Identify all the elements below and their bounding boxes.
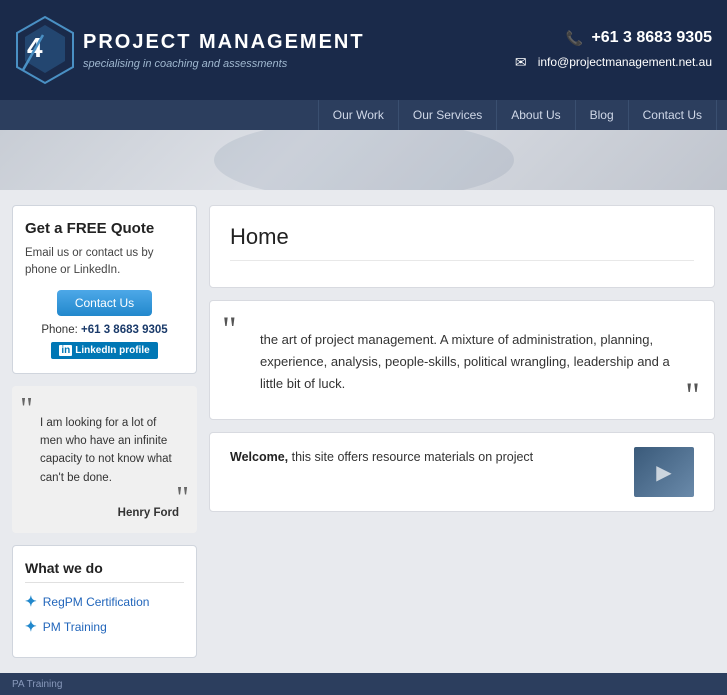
- logo-text: Project Management specialising in coach…: [83, 31, 365, 70]
- quote-box-description: Email us or contact us by phone or Linke…: [25, 245, 184, 280]
- header-email: ✉ info@projectmanagement.net.au: [512, 53, 712, 71]
- image-placeholder-icon: ▶: [656, 460, 671, 485]
- nav-our-services[interactable]: Our Services: [399, 100, 497, 130]
- contact-us-button[interactable]: Contact Us: [57, 290, 152, 316]
- nav-our-work[interactable]: Our Work: [318, 100, 399, 130]
- logo-icon: 4: [15, 15, 75, 85]
- testimonial-box: " I am looking for a lot of men who have…: [12, 386, 197, 534]
- main-content: Get a FREE Quote Email us or contact us …: [0, 190, 727, 673]
- linkedin-in-icon: in: [59, 345, 72, 356]
- quote-open-icon: ": [20, 392, 33, 424]
- main-quote-block: " the art of project management. A mixtu…: [209, 300, 715, 420]
- page-content: Home " the art of project management. A …: [209, 205, 715, 658]
- free-quote-box: Get a FREE Quote Email us or contact us …: [12, 205, 197, 374]
- list-item: ✦ PM Training: [25, 618, 184, 635]
- what-we-do-title: What we do: [25, 560, 184, 583]
- contact-info: 📞 +61 3 8683 9305 ✉ info@projectmanageme…: [380, 0, 727, 100]
- nav-contact-us[interactable]: Contact Us: [629, 100, 717, 130]
- sidebar: Get a FREE Quote Email us or contact us …: [12, 205, 197, 658]
- arrow-icon: ✦: [25, 618, 37, 635]
- linkedin-badge[interactable]: in LinkedIn profile: [25, 342, 184, 359]
- nav-about-us[interactable]: About Us: [497, 100, 575, 130]
- arrow-icon: ✦: [25, 593, 37, 610]
- list-item: ✦ RegPM Certification: [25, 593, 184, 610]
- big-quote-open-icon: ": [222, 311, 237, 347]
- welcome-block: Welcome, this site offers resource mater…: [209, 432, 715, 512]
- footer-bar: PA Training: [0, 673, 727, 695]
- logo-area: 4 Project Management specialising in coa…: [0, 0, 380, 100]
- main-quote-text: the art of project management. A mixture…: [230, 317, 694, 403]
- welcome-body: this site offers resource materials on p…: [292, 450, 534, 464]
- welcome-text: Welcome, this site offers resource mater…: [230, 447, 622, 467]
- banner: [0, 130, 727, 190]
- linkedin-button[interactable]: in LinkedIn profile: [51, 342, 157, 359]
- welcome-label: Welcome,: [230, 450, 288, 464]
- page-title: Home: [230, 224, 694, 261]
- banner-shape: [214, 130, 514, 190]
- phone-icon: 📞: [565, 29, 583, 47]
- regpm-link[interactable]: RegPM Certification: [43, 595, 150, 609]
- big-quote-close-icon: ": [685, 377, 700, 413]
- pm-training-link[interactable]: PM Training: [43, 620, 107, 634]
- header-phone: 📞 +61 3 8683 9305: [565, 29, 712, 47]
- quote-box-title: Get a FREE Quote: [25, 220, 184, 237]
- home-title-card: Home: [209, 205, 715, 288]
- email-icon: ✉: [512, 53, 530, 71]
- sidebar-phone-label: Phone: +61 3 8683 9305: [25, 324, 184, 336]
- quote-close-icon: ": [176, 481, 189, 513]
- testimonial-text: I am looking for a lot of men who have a…: [24, 400, 185, 492]
- site-header: 4 Project Management specialising in coa…: [0, 0, 727, 100]
- logo-subtitle: specialising in coaching and assessments: [83, 58, 365, 70]
- welcome-image: ▶: [634, 447, 694, 497]
- logo-title: Project Management: [83, 31, 365, 54]
- main-nav: Our Work Our Services About Us Blog Cont…: [0, 100, 727, 130]
- sidebar-phone-number: +61 3 8683 9305: [81, 324, 168, 336]
- nav-blog[interactable]: Blog: [576, 100, 629, 130]
- what-we-do-box: What we do ✦ RegPM Certification ✦ PM Tr…: [12, 545, 197, 658]
- testimonial-author: Henry Ford: [24, 507, 185, 519]
- footer-text: PA Training: [12, 679, 62, 690]
